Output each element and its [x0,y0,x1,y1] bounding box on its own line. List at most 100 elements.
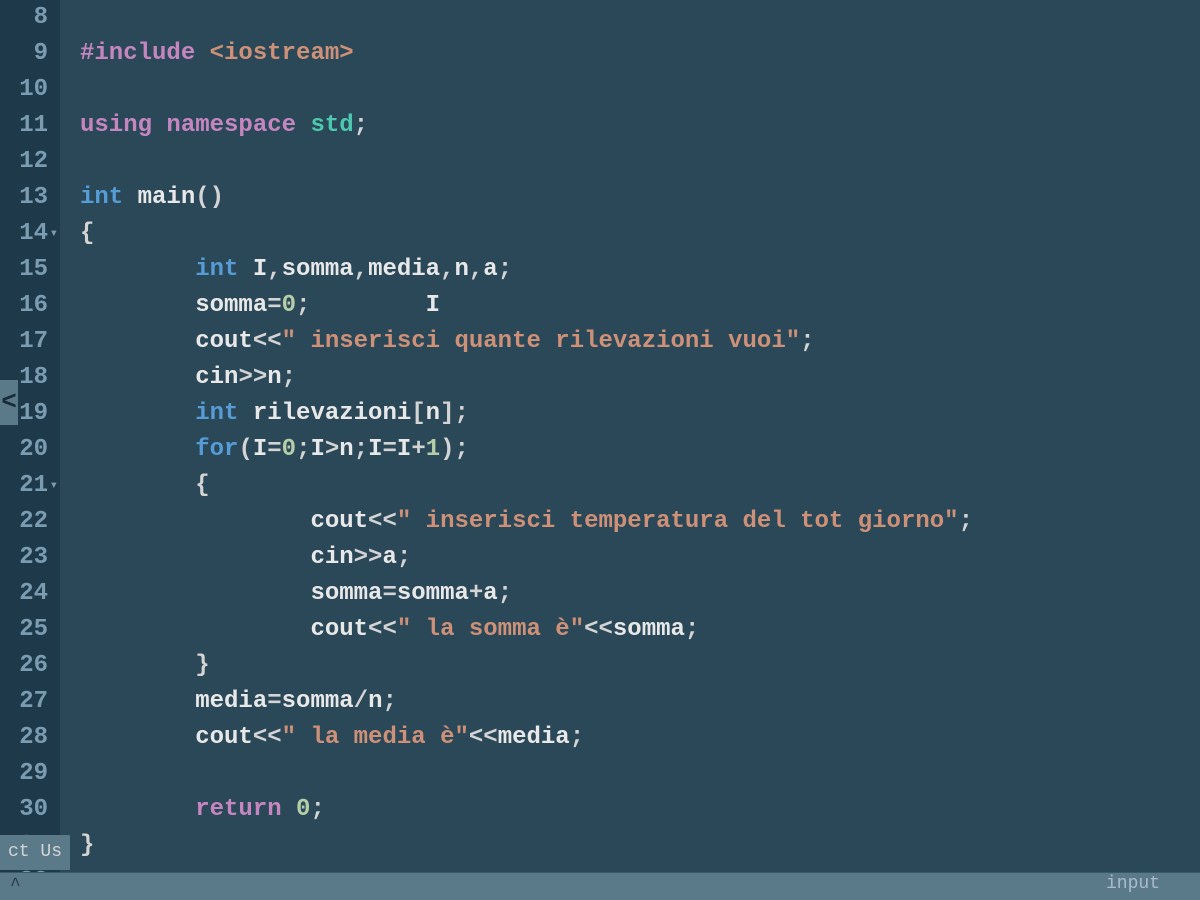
token-type: int [195,400,253,427]
token-keyword: for [195,436,238,463]
token-operator: >> [354,544,383,571]
token-punct: ; [498,256,512,283]
code-line[interactable]: cout<<" inserisci temperatura del tot gi… [80,504,1200,540]
token-punct: } [80,652,210,679]
token-return-kw: return [195,796,296,823]
line-number: 26 [8,648,48,684]
token-string: " inserisci quante rilevazioni vuoi" [282,328,800,355]
token-punct: ; [685,616,699,643]
token-operator: = [383,436,397,463]
token-punct: { [80,472,210,499]
code-line[interactable]: } [80,648,1200,684]
code-line[interactable]: for(I=0;I>n;I=I+1); [80,432,1200,468]
code-line[interactable]: } [80,828,1200,864]
token-operator: + [411,436,425,463]
token-punct: ] [440,400,454,427]
token-punct: ; [282,364,296,391]
token-white: somma [282,256,354,283]
token-white: n [454,256,468,283]
code-line[interactable]: int main() [80,180,1200,216]
code-line[interactable] [80,0,1200,36]
code-line[interactable] [80,756,1200,792]
input-tab-label[interactable]: input [1106,871,1160,898]
token-punct: ; [498,580,512,607]
token-white: a [483,256,497,283]
code-line[interactable]: using namespace std; [80,108,1200,144]
token-operator: = [267,688,281,715]
token-white: media [195,688,267,715]
token-white [80,400,195,427]
token-white [80,508,310,535]
token-white: rilevazioni [253,400,411,427]
token-punct: ; [310,796,324,823]
line-number: 10 [8,72,48,108]
collapse-panel-left[interactable]: < [0,380,18,425]
code-editor[interactable]: 8910111213141516171819202122232425262728… [0,0,1200,900]
token-punct: ; [397,544,411,571]
token-punct: } [80,832,94,859]
line-number: 22 [8,504,48,540]
line-number: 25 [8,612,48,648]
contact-us-label[interactable]: ct Us [0,835,70,870]
line-number: 27 [8,684,48,720]
chevron-up-icon[interactable]: ^ [10,873,21,900]
token-white: n [368,688,382,715]
line-number: 23 [8,540,48,576]
token-white: cin [195,364,238,391]
token-operator: << [368,616,397,643]
token-white [80,580,310,607]
token-punct: ; [296,292,310,319]
code-line[interactable]: cin>>a; [80,540,1200,576]
token-punct: ; [455,436,469,463]
token-punct: ; [354,436,368,463]
line-number: 29 [8,756,48,792]
code-area[interactable]: #include <iostream> using namespace std; i… [60,0,1200,900]
token-number: 0 [282,292,296,319]
token-white: cout [310,508,368,535]
token-type: int [195,256,253,283]
token-punct: ( [238,436,252,463]
token-operator: > [325,436,339,463]
token-punct: ) [440,436,454,463]
code-line[interactable]: #include <iostream> [80,36,1200,72]
line-number: 16 [8,288,48,324]
token-operator: << [253,724,282,751]
code-line[interactable]: { [80,468,1200,504]
code-line[interactable]: cin>>n; [80,360,1200,396]
chevron-left-icon: < [1,383,17,422]
token-white: n [339,436,353,463]
token-white [80,364,195,391]
token-operator: + [469,580,483,607]
code-line[interactable] [80,72,1200,108]
code-line[interactable]: media=somma/n; [80,684,1200,720]
token-keyword-using: using [80,112,166,139]
token-punct: , [440,256,454,283]
token-operator: >> [238,364,267,391]
code-line[interactable] [80,144,1200,180]
token-white: somma [195,292,267,319]
code-line[interactable]: { [80,216,1200,252]
token-operator: << [584,616,613,643]
line-number: 20 [8,432,48,468]
code-line[interactable]: cout<<" la media è"<<media; [80,720,1200,756]
token-string: " inserisci temperatura del tot giorno" [397,508,959,535]
code-line[interactable]: cout<<" la somma è"<<somma; [80,612,1200,648]
code-line[interactable]: cout<<" inserisci quante rilevazioni vuo… [80,324,1200,360]
token-white: a [483,580,497,607]
token-type: int [80,184,138,211]
code-line[interactable]: return 0; [80,792,1200,828]
token-operator: << [253,328,282,355]
code-line[interactable]: int I,somma,media,n,a; [80,252,1200,288]
token-punct: ; [570,724,584,751]
line-number: 17 [8,324,48,360]
line-number: 8 [8,0,48,36]
code-line[interactable]: somma=0; I [80,288,1200,324]
token-white [80,724,195,751]
line-number: 15 [8,252,48,288]
token-white [80,292,195,319]
code-line[interactable]: int rilevazioni[n]; [80,396,1200,432]
token-white [310,292,425,319]
token-white: cout [195,724,253,751]
code-line[interactable]: somma=somma+a; [80,576,1200,612]
token-white [80,436,195,463]
